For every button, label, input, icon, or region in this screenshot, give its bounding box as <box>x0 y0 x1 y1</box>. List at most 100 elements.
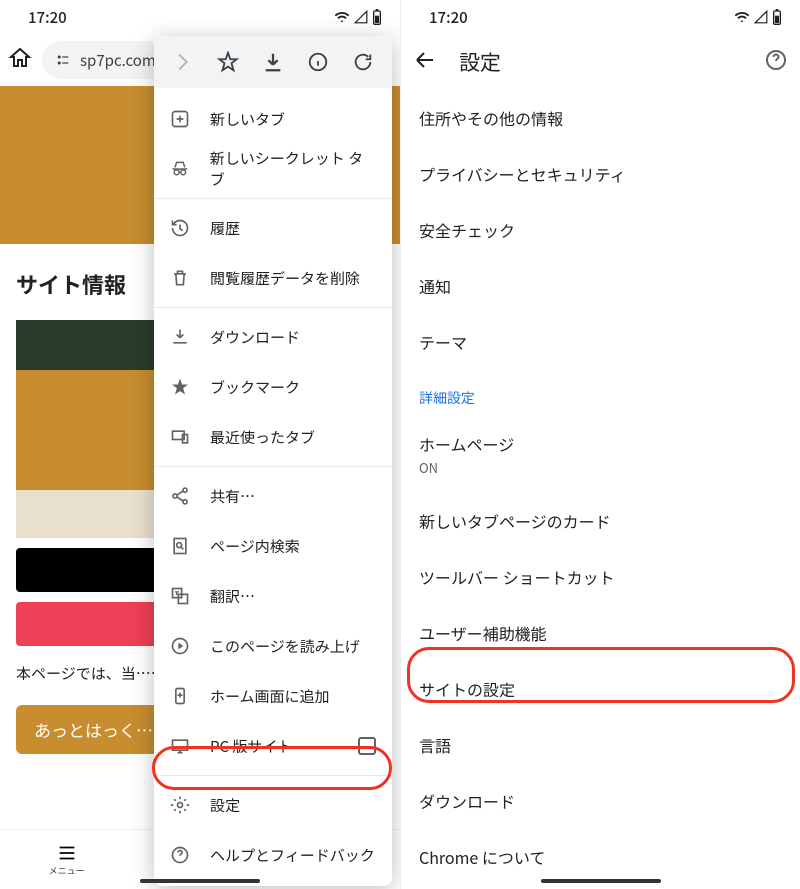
find-in-page-icon <box>170 536 190 556</box>
menu-add-home[interactable]: ホーム画面に追加 <box>154 671 392 721</box>
status-time-right: 17:20 <box>429 7 468 28</box>
row-homepage[interactable]: ホームページ ON <box>401 416 800 493</box>
signal-icon <box>754 10 768 24</box>
download-icon <box>170 327 190 347</box>
row-notifications[interactable]: 通知 <box>401 258 800 314</box>
row-downloads[interactable]: ダウンロード <box>401 773 800 829</box>
chrome-overflow-menu: 新しいタブ 新しいシークレット タブ 履歴 閲覧履歴データを削除 ダウンロード <box>154 36 392 886</box>
row-toolbar-shortcut[interactable]: ツールバー ショートカット <box>401 549 800 605</box>
section-advanced: 詳細設定 <box>401 370 800 416</box>
cta-button[interactable]: あっとはっく… <box>16 705 171 754</box>
plus-box-icon <box>170 109 190 129</box>
status-bar-right: 17:20 <box>401 0 800 34</box>
menu-desktop-site[interactable]: PC 版サイト <box>154 721 392 771</box>
row-homepage-label: ホームページ <box>419 432 782 456</box>
url-text: sp7pc.com <box>80 50 156 71</box>
menu-share[interactable]: 共有… <box>154 471 392 521</box>
forward-button[interactable] <box>163 42 203 82</box>
trash-icon <box>170 268 190 288</box>
menu-help[interactable]: ヘルプとフィードバック <box>154 830 392 880</box>
menu-new-tab-label: 新しいタブ <box>210 109 285 130</box>
incognito-icon <box>170 159 190 179</box>
bottomnav-menu[interactable]: メニュー <box>0 830 133 889</box>
site-settings-icon <box>54 51 72 69</box>
row-language-label: 言語 <box>419 733 782 757</box>
row-homepage-sub: ON <box>419 458 782 477</box>
menu-find-label: ページ内検索 <box>210 536 300 557</box>
menu-translate[interactable]: 翻訳… <box>154 571 392 621</box>
menu-settings[interactable]: 設定 <box>154 780 392 830</box>
devices-icon <box>170 427 190 447</box>
row-privacy[interactable]: プライバシーとセキュリティ <box>401 146 800 202</box>
settings-list: 住所やその他の情報 プライバシーとセキュリティ 安全チェック 通知 テーマ 詳細… <box>401 90 800 885</box>
bookmark-button[interactable] <box>208 42 248 82</box>
menu-downloads[interactable]: ダウンロード <box>154 312 392 362</box>
home-indicator[interactable] <box>140 879 260 883</box>
row-about-label: Chrome について <box>419 845 782 869</box>
right-pane: 17:20 設定 住所やその他の情報 プライバシーとセキュリティ 安全チェック … <box>400 0 800 889</box>
row-accessibility-label: ユーザー補助機能 <box>419 621 782 645</box>
back-button[interactable] <box>413 48 437 77</box>
menu-bookmarks[interactable]: ブックマーク <box>154 362 392 412</box>
status-bar: 17:20 <box>0 0 400 34</box>
menu-items: 新しいタブ 新しいシークレット タブ 履歴 閲覧履歴データを削除 ダウンロード <box>154 88 392 886</box>
row-downloads-label: ダウンロード <box>419 789 782 813</box>
menu-read-aloud[interactable]: このページを読み上げ <box>154 621 392 671</box>
menu-downloads-label: ダウンロード <box>210 327 300 348</box>
bottomnav-menu-label: メニュー <box>49 864 85 877</box>
wifi-icon <box>334 9 350 25</box>
home-icon[interactable] <box>8 46 32 75</box>
row-ntp-cards[interactable]: 新しいタブページのカード <box>401 493 800 549</box>
translate-icon <box>170 586 190 606</box>
reload-button[interactable] <box>343 42 383 82</box>
status-time: 17:20 <box>28 7 67 28</box>
menu-find[interactable]: ページ内検索 <box>154 521 392 571</box>
menu-new-tab[interactable]: 新しいタブ <box>154 94 392 144</box>
desktop-icon <box>170 736 190 756</box>
menu-incognito[interactable]: 新しいシークレット タブ <box>154 144 392 194</box>
row-about-chrome[interactable]: Chrome について <box>401 829 800 885</box>
home-indicator-right[interactable] <box>541 879 661 883</box>
row-accessibility[interactable]: ユーザー補助機能 <box>401 605 800 661</box>
row-addresses[interactable]: 住所やその他の情報 <box>401 90 800 146</box>
play-circle-icon <box>170 636 190 656</box>
row-privacy-label: プライバシーとセキュリティ <box>419 162 782 186</box>
settings-title: 設定 <box>459 47 501 77</box>
menu-clear-data-label: 閲覧履歴データを削除 <box>210 268 360 289</box>
menu-desktop-site-label: PC 版サイト <box>210 736 292 757</box>
menu-settings-label: 設定 <box>210 795 240 816</box>
row-language[interactable]: 言語 <box>401 717 800 773</box>
row-addresses-label: 住所やその他の情報 <box>419 106 782 130</box>
left-pane: 17:20 sp7pc.com 日々を サイト情報 日々を あ <box>0 0 400 889</box>
menu-clear-data[interactable]: 閲覧履歴データを削除 <box>154 253 392 303</box>
menu-recent-tabs[interactable]: 最近使ったタブ <box>154 412 392 462</box>
menu-bookmarks-label: ブックマーク <box>210 377 300 398</box>
status-icons <box>334 9 382 25</box>
settings-appbar: 設定 <box>401 34 800 90</box>
arrow-back-icon <box>413 48 437 72</box>
desktop-site-checkbox[interactable] <box>358 737 376 755</box>
row-toolbar-label: ツールバー ショートカット <box>419 565 782 589</box>
menu-toolbar <box>154 36 392 88</box>
wifi-icon <box>734 9 750 25</box>
menu-read-aloud-label: このページを読み上げ <box>210 636 360 657</box>
download-button[interactable] <box>253 42 293 82</box>
menu-translate-label: 翻訳… <box>210 586 255 607</box>
menu-share-label: 共有… <box>210 486 255 507</box>
info-button[interactable] <box>298 42 338 82</box>
menu-icon <box>56 842 78 864</box>
help-button[interactable] <box>764 48 788 77</box>
menu-history[interactable]: 履歴 <box>154 203 392 253</box>
row-site-settings[interactable]: サイトの設定 <box>401 661 800 717</box>
row-notifications-label: 通知 <box>419 274 782 298</box>
row-theme[interactable]: テーマ <box>401 314 800 370</box>
signal-icon <box>354 10 368 24</box>
add-to-home-icon <box>170 686 190 706</box>
history-icon <box>170 218 190 238</box>
share-icon <box>170 486 190 506</box>
menu-incognito-label: 新しいシークレット タブ <box>210 148 376 190</box>
menu-history-label: 履歴 <box>210 218 240 239</box>
menu-help-label: ヘルプとフィードバック <box>210 845 375 866</box>
row-safety-check[interactable]: 安全チェック <box>401 202 800 258</box>
row-safety-label: 安全チェック <box>419 218 782 242</box>
